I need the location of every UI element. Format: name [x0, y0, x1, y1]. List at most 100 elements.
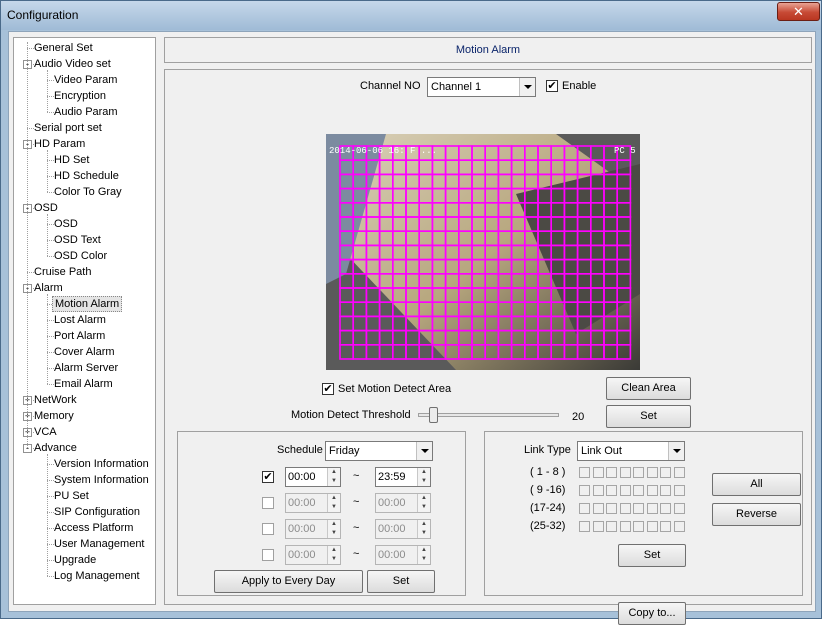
chevron-down-icon[interactable]	[668, 442, 684, 460]
link-channel-checkbox[interactable]	[633, 503, 644, 514]
spin-icon[interactable]: ▲ ▼	[417, 468, 430, 486]
link-channel-checkbox[interactable]	[673, 467, 685, 478]
chevron-down-icon[interactable]	[416, 442, 432, 460]
tree-item-access-platform[interactable]: Access Platform	[52, 520, 135, 536]
schedule-end-time[interactable]: 00:00 ▲ ▼	[375, 545, 431, 565]
tree-item-sip-configuration[interactable]: SIP Configuration	[52, 504, 142, 520]
link-channel-checkbox[interactable]	[660, 521, 671, 532]
link-channel-checkbox[interactable]	[592, 485, 604, 496]
tree-item-cover-alarm[interactable]: Cover Alarm	[52, 344, 117, 360]
tree-item-advance[interactable]: Advance	[32, 440, 79, 456]
tree-item-vca[interactable]: VCA	[32, 424, 59, 440]
tree-item-encryption[interactable]: Encryption	[52, 88, 108, 104]
schedule-row-checkbox[interactable]	[262, 523, 274, 535]
channel-select[interactable]: Channel 1	[427, 77, 536, 97]
link-channel-checkbox[interactable]	[646, 503, 658, 514]
tree-item-audio-param[interactable]: Audio Param	[52, 104, 120, 120]
link-type-select[interactable]: Link Out	[577, 441, 685, 461]
link-channel-checkbox[interactable]	[646, 485, 658, 496]
close-button[interactable]: ✕	[777, 2, 820, 21]
schedule-start-time[interactable]: 00:00 ▲ ▼	[285, 519, 341, 539]
reverse-button[interactable]: Reverse	[712, 503, 801, 526]
tree-item-hd-set[interactable]: HD Set	[52, 152, 91, 168]
schedule-row-checkbox[interactable]: ✔	[262, 471, 274, 483]
schedule-end-time[interactable]: 23:59 ▲ ▼	[375, 467, 431, 487]
tree-item-lost-alarm[interactable]: Lost Alarm	[52, 312, 108, 328]
schedule-day-select[interactable]: Friday	[325, 441, 433, 461]
tree-item-serial-port-set[interactable]: Serial port set	[32, 120, 104, 136]
tree-item-hd-param[interactable]: HD Param	[32, 136, 87, 152]
enable-checkbox[interactable]: ✔	[546, 80, 558, 92]
link-channel-checkbox[interactable]	[673, 503, 685, 514]
link-channel-checkbox[interactable]	[660, 485, 671, 496]
spin-icon[interactable]: ▲ ▼	[417, 520, 430, 538]
settings-tree[interactable]: General Set - Audio Video set Video Param En…	[13, 37, 156, 605]
link-channel-checkbox[interactable]	[619, 521, 631, 532]
link-channel-checkbox[interactable]	[606, 521, 617, 532]
tree-item-general-set[interactable]: General Set	[32, 40, 95, 56]
spin-icon[interactable]: ▲ ▼	[327, 494, 340, 512]
schedule-row-checkbox[interactable]	[262, 497, 274, 509]
schedule-start-time[interactable]: 00:00 ▲ ▼	[285, 467, 341, 487]
copy-to-button[interactable]: Copy to...	[618, 602, 686, 625]
link-channel-checkbox[interactable]	[606, 485, 617, 496]
link-channel-checkbox[interactable]	[673, 521, 685, 532]
schedule-start-time[interactable]: 00:00 ▲ ▼	[285, 545, 341, 565]
tree-item-user-management[interactable]: User Management	[52, 536, 147, 552]
schedule-set-button[interactable]: Set	[367, 570, 435, 593]
tree-item-log-management[interactable]: Log Management	[52, 568, 142, 584]
link-set-button[interactable]: Set	[618, 544, 686, 567]
threshold-slider[interactable]	[418, 413, 559, 417]
link-channel-checkbox[interactable]	[619, 503, 631, 514]
tree-item-osd[interactable]: OSD	[52, 216, 80, 232]
tree-item-osd-color[interactable]: OSD Color	[52, 248, 109, 264]
link-channel-checkbox[interactable]	[579, 485, 590, 496]
link-channel-checkbox[interactable]	[606, 467, 617, 478]
link-channel-checkbox[interactable]	[592, 503, 604, 514]
tree-item-audio-video-set[interactable]: Audio Video set	[32, 56, 113, 72]
schedule-end-time[interactable]: 00:00 ▲ ▼	[375, 519, 431, 539]
link-channel-checkbox[interactable]	[633, 485, 644, 496]
tree-item-video-param[interactable]: Video Param	[52, 72, 119, 88]
link-channel-checkbox[interactable]	[646, 521, 658, 532]
link-channel-checkbox[interactable]	[592, 521, 604, 532]
link-channel-checkbox[interactable]	[579, 467, 590, 478]
threshold-set-button[interactable]: Set	[606, 405, 691, 428]
link-channel-checkbox[interactable]	[646, 467, 658, 478]
tree-item-email-alarm[interactable]: Email Alarm	[52, 376, 115, 392]
camera-preview[interactable]: 2014-06-06 16: F ... PC 5	[326, 134, 640, 370]
tree-item-color-to-gray[interactable]: Color To Gray	[52, 184, 124, 200]
tree-item-network[interactable]: NetWork	[32, 392, 79, 408]
tree-item-cruise-path[interactable]: Cruise Path	[32, 264, 93, 280]
spin-icon[interactable]: ▲ ▼	[327, 520, 340, 538]
threshold-slider-handle[interactable]	[429, 407, 439, 423]
tree-item-alarm[interactable]: Alarm	[32, 280, 65, 296]
tree-item-version-information[interactable]: Version Information	[52, 456, 151, 472]
tree-item-osd[interactable]: OSD	[32, 200, 60, 216]
apply-every-day-button[interactable]: Apply to Every Day	[214, 570, 363, 593]
tree-item-memory[interactable]: Memory	[32, 408, 76, 424]
link-channel-checkbox[interactable]	[592, 467, 604, 478]
tree-item-upgrade[interactable]: Upgrade	[52, 552, 98, 568]
tree-item-alarm-server[interactable]: Alarm Server	[52, 360, 120, 376]
link-channel-checkbox[interactable]	[673, 485, 685, 496]
link-channel-checkbox[interactable]	[606, 503, 617, 514]
spin-icon[interactable]: ▲ ▼	[327, 468, 340, 486]
tree-item-port-alarm[interactable]: Port Alarm	[52, 328, 107, 344]
spin-icon[interactable]: ▲ ▼	[327, 546, 340, 564]
link-channel-checkbox[interactable]	[579, 521, 590, 532]
chevron-down-icon[interactable]	[519, 78, 535, 96]
spin-icon[interactable]: ▲ ▼	[417, 546, 430, 564]
tree-item-hd-schedule[interactable]: HD Schedule	[52, 168, 121, 184]
tree-item-system-information[interactable]: System Information	[52, 472, 151, 488]
motion-grid-canvas[interactable]: 2014-06-06 16: F ... PC 5	[326, 134, 640, 370]
link-channel-checkbox[interactable]	[660, 467, 671, 478]
spin-icon[interactable]: ▲ ▼	[417, 494, 430, 512]
link-channel-checkbox[interactable]	[619, 485, 631, 496]
schedule-row-checkbox[interactable]	[262, 549, 274, 561]
schedule-start-time[interactable]: 00:00 ▲ ▼	[285, 493, 341, 513]
schedule-end-time[interactable]: 00:00 ▲ ▼	[375, 493, 431, 513]
tree-item-pu-set[interactable]: PU Set	[52, 488, 91, 504]
tree-item-osd-text[interactable]: OSD Text	[52, 232, 103, 248]
set-area-checkbox[interactable]: ✔	[322, 383, 334, 395]
